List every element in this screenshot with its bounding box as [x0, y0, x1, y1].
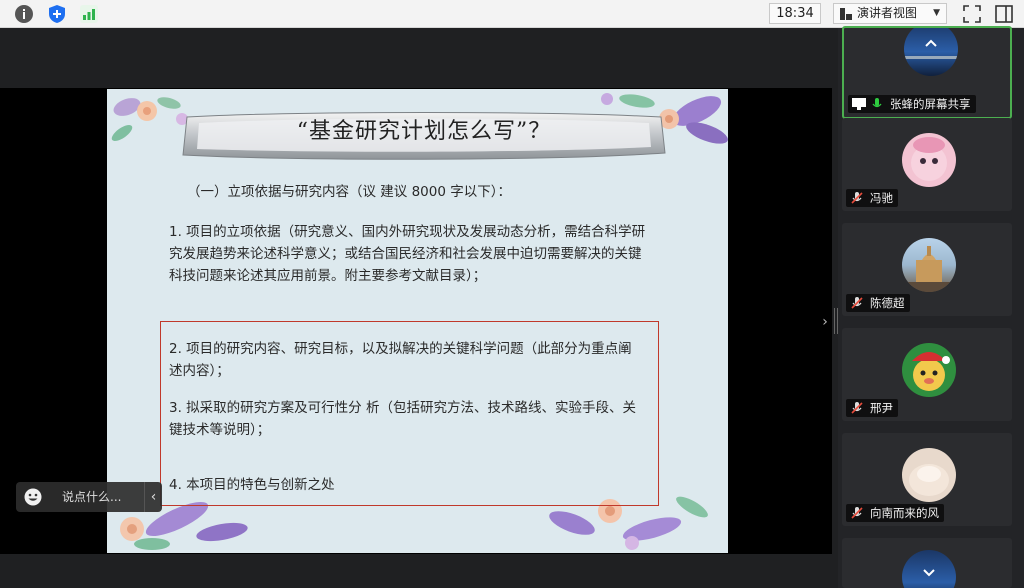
collapse-chat-icon[interactable]: ‹	[144, 482, 162, 512]
avatar	[902, 343, 956, 397]
network-signal-icon[interactable]	[79, 4, 99, 24]
avatar	[902, 238, 956, 292]
side-panel-toggle-icon[interactable]	[994, 4, 1014, 24]
chevron-right-icon[interactable]: ›	[818, 312, 832, 332]
microphone-muted-icon	[851, 402, 863, 414]
security-shield-icon[interactable]	[47, 4, 67, 24]
avatar	[904, 28, 958, 76]
participant-name: 陈德超	[870, 296, 905, 310]
avatar	[902, 133, 956, 187]
participant-tile[interactable]: 冯驰	[842, 118, 1012, 211]
slide-title: “基金研究计划怎么写”？	[296, 119, 552, 144]
participant-tile[interactable]: 陈德超	[842, 223, 1012, 316]
slide-item-1: 1. 项目的立项依据（研究意义、国内外研究现状及发展动态分析，需结合科学研究发展…	[169, 224, 646, 284]
participant-name-tag: 冯驰	[846, 189, 898, 207]
presentation-slide: “基金研究计划怎么写”？ （一）立项依据与研究内容（议 建议 8000 字以下）…	[107, 89, 728, 553]
participants-panel: 张蜂的屏幕共享 冯驰 陈德超 邢尹 向南而来的风	[838, 26, 1024, 588]
meeting-timer: 18:34	[769, 3, 821, 24]
info-icon[interactable]	[14, 4, 34, 24]
layout-icon	[840, 8, 852, 20]
chat-placeholder[interactable]: 说点什么...	[62, 482, 121, 512]
view-mode-dropdown[interactable]: 演讲者视图 ▼	[833, 3, 947, 24]
participant-name-tag: 向南而来的风	[846, 504, 944, 522]
participant-name: 张蜂的屏幕共享	[890, 97, 971, 111]
slide-item-2: 2. 项目的研究内容、研究目标，以及拟解决的关键科学问题（此部分为重点阐述内容）…	[169, 341, 632, 379]
emoji-icon[interactable]	[24, 488, 42, 506]
avatar	[902, 550, 956, 588]
participant-tile[interactable]: 向南而来的风	[842, 433, 1012, 526]
microphone-muted-icon	[851, 297, 863, 309]
chat-input-bar[interactable]: 说点什么... ‹	[16, 482, 162, 512]
fullscreen-icon[interactable]	[962, 4, 982, 24]
participant-name-tag: 张蜂的屏幕共享	[848, 95, 976, 113]
participant-tile[interactable]: 邢尹	[842, 328, 1012, 421]
participant-tile-screen-share[interactable]: 张蜂的屏幕共享	[842, 26, 1012, 119]
top-toolbar: 18:34 演讲者视图 ▼	[0, 0, 1024, 28]
view-mode-label: 演讲者视图	[857, 6, 918, 20]
microphone-icon	[872, 98, 882, 108]
participant-name: 冯驰	[870, 191, 893, 205]
participant-name: 向南而来的风	[870, 506, 939, 520]
microphone-muted-icon	[851, 507, 863, 519]
participant-name-tag: 邢尹	[846, 399, 898, 417]
participant-tile[interactable]	[842, 538, 1012, 588]
slide-item-4: 4. 本项目的特色与创新之处	[169, 477, 335, 493]
participant-name-tag: 陈德超	[846, 294, 910, 312]
participant-name: 邢尹	[870, 401, 893, 415]
chevron-down-icon: ▼	[933, 8, 940, 18]
slide-subtitle: （一）立项依据与研究内容（议 建议 8000 字以下）：	[187, 184, 511, 200]
avatar	[902, 448, 956, 502]
screen-share-icon	[852, 98, 866, 110]
microphone-muted-icon	[851, 192, 863, 204]
slide-item-3: 3. 拟采取的研究方案及可行性分 析（包括研究方法、技术路线、实验手段、关键技术…	[169, 400, 636, 438]
